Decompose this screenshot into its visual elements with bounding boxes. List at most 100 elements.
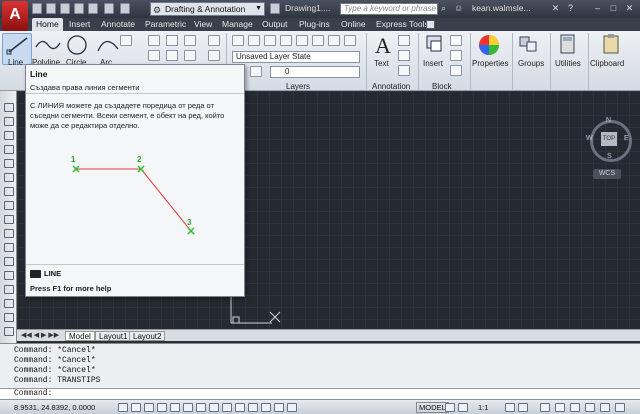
tab-model[interactable]: Model	[65, 331, 95, 341]
command-line-input[interactable]: Command:	[0, 388, 640, 399]
viewcube-north[interactable]: N	[606, 117, 611, 124]
command-history[interactable]: Command: *Cancel* Command: *Cancel* Comm…	[0, 343, 640, 388]
tab-parametric[interactable]: Parametric	[141, 18, 190, 31]
tab-insert[interactable]: Insert	[65, 18, 94, 31]
annotation-scale[interactable]: 1:1	[478, 403, 488, 412]
edit-block-icon[interactable]	[450, 50, 462, 61]
copy-icon[interactable]	[148, 50, 160, 61]
layer-freeze-icon[interactable]	[264, 35, 276, 46]
layer-off-icon[interactable]	[344, 35, 356, 46]
region-tool-icon[interactable]	[4, 327, 14, 336]
explode-icon[interactable]	[208, 50, 220, 61]
open-icon[interactable]	[46, 3, 56, 14]
tab-layout1[interactable]: Layout1	[95, 331, 132, 341]
status-menu-icon[interactable]	[600, 403, 610, 412]
table-icon[interactable]	[398, 65, 410, 76]
tab-plug-ins[interactable]: Plug-ins	[295, 18, 334, 31]
leader-icon[interactable]	[398, 50, 410, 61]
viewcube-east[interactable]: E	[624, 135, 629, 142]
search-input[interactable]: Type a keyword or phrase	[340, 3, 438, 15]
save-icon[interactable]	[60, 3, 70, 14]
drawing-quickview-icon[interactable]	[458, 403, 468, 412]
layer-isolate-icon[interactable]	[296, 35, 308, 46]
tab-manage[interactable]: Manage	[218, 18, 257, 31]
layer-walk-icon[interactable]	[328, 35, 340, 46]
snap-icon[interactable]	[131, 403, 141, 412]
quick-properties-icon[interactable]	[274, 403, 284, 412]
undo-icon[interactable]	[104, 3, 114, 14]
selection-cycling-icon[interactable]	[287, 403, 297, 412]
erase-icon[interactable]	[208, 35, 220, 46]
polygon-tool-icon[interactable]	[4, 145, 14, 154]
tab-express-tools[interactable]: Express Tools	[372, 18, 433, 31]
login-icon[interactable]: ☺	[454, 3, 463, 13]
trim-icon[interactable]	[184, 35, 196, 46]
arc-tool-icon[interactable]	[4, 173, 14, 182]
layer-match-icon[interactable]	[312, 35, 324, 46]
layer-select[interactable]: 0	[270, 66, 360, 78]
transparency-icon[interactable]	[261, 403, 271, 412]
fillet-icon[interactable]	[184, 50, 196, 61]
3d-osnap-icon[interactable]	[196, 403, 206, 412]
layer-properties-icon[interactable]	[232, 35, 244, 46]
block-tool-icon[interactable]	[4, 271, 14, 280]
layout-quickview-icon[interactable]	[445, 403, 455, 412]
move-icon[interactable]	[148, 35, 160, 46]
otrack-icon[interactable]	[209, 403, 219, 412]
maximize-icon[interactable]: □	[606, 2, 621, 15]
ellipse-arc-tool-icon[interactable]	[4, 243, 14, 252]
revcloud-tool-icon[interactable]	[4, 201, 14, 210]
circle-tool-icon[interactable]	[4, 187, 14, 196]
exchange-icon[interactable]: ✕	[548, 2, 563, 15]
point-tool-icon[interactable]	[4, 285, 14, 294]
spline-tool-icon[interactable]	[4, 215, 14, 224]
redo-icon[interactable]	[120, 3, 130, 14]
new-icon[interactable]	[32, 3, 42, 14]
app-menu-button[interactable]: A	[2, 1, 28, 31]
tab-layout2[interactable]: Layout2	[129, 331, 166, 341]
viewcube-south[interactable]: S	[607, 153, 612, 160]
mirror-icon[interactable]	[166, 50, 178, 61]
grid-icon[interactable]	[144, 403, 154, 412]
workspace-menu-icon[interactable]	[270, 3, 280, 14]
ellipse-tool-icon[interactable]	[4, 229, 14, 238]
lock-icon[interactable]	[555, 403, 565, 412]
tab-view[interactable]: View	[190, 18, 216, 31]
viewcube-west[interactable]: W	[586, 135, 593, 142]
hardware-acceleration-icon[interactable]	[570, 403, 580, 412]
user-name[interactable]: kean.walmsle...	[472, 3, 531, 13]
dyn-icon[interactable]	[235, 403, 245, 412]
lineweight-icon[interactable]	[248, 403, 258, 412]
close-icon[interactable]: ✕	[622, 2, 637, 15]
tab-annotate[interactable]: Annotate	[97, 18, 139, 31]
rectangle-tool-icon[interactable]	[4, 159, 14, 168]
xline-tool-icon[interactable]	[4, 117, 14, 126]
polar-icon[interactable]	[170, 403, 180, 412]
coordinates-readout[interactable]: 8.9531, 24.8392, 0.0000	[14, 403, 95, 412]
autoscale-icon[interactable]	[518, 403, 528, 412]
block-attribute-icon[interactable]	[450, 65, 462, 76]
wcs-menu[interactable]: WCS	[593, 169, 621, 179]
clean-screen-icon[interactable]	[615, 403, 625, 412]
help-icon[interactable]: ?	[563, 2, 578, 15]
print-icon[interactable]	[88, 3, 98, 14]
viewcube-top[interactable]: TOP	[601, 132, 617, 146]
rectangle-icon[interactable]	[120, 35, 132, 46]
search-icon[interactable]: ⌕	[441, 3, 446, 14]
polyline-tool-icon[interactable]	[4, 131, 14, 140]
layer-state-select[interactable]: Unsaved Layer State	[232, 51, 360, 63]
rotate-icon[interactable]	[166, 35, 178, 46]
create-block-icon[interactable]	[450, 35, 462, 46]
minimize-icon[interactable]: –	[590, 2, 605, 15]
workspace-selector[interactable]: ⚙ Drafting & Annotation ▼	[150, 2, 265, 16]
ortho-icon[interactable]	[157, 403, 167, 412]
infer-constraints-icon[interactable]	[118, 403, 128, 412]
save-as-icon[interactable]	[74, 3, 84, 14]
tab-home[interactable]: Home	[32, 18, 63, 31]
isolate-objects-icon[interactable]	[585, 403, 595, 412]
line-tool-icon[interactable]	[4, 103, 14, 112]
hatch-tool-icon[interactable]	[4, 299, 14, 308]
annotation-visibility-icon[interactable]	[505, 403, 515, 412]
gradient-tool-icon[interactable]	[4, 313, 14, 322]
sun-icon[interactable]	[250, 66, 262, 77]
